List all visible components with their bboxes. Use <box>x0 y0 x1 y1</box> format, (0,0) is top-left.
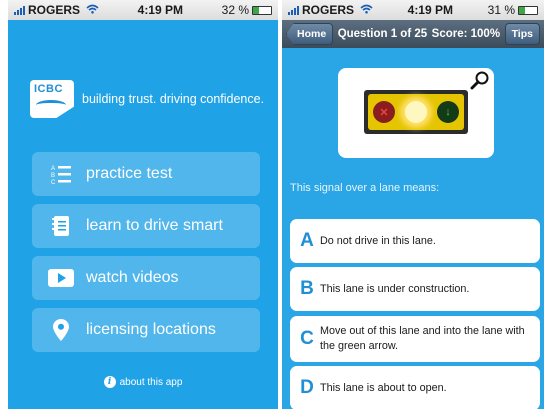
licensing-locations-button[interactable]: licensing locations <box>32 308 260 352</box>
question-counter: Question 1 of 25 <box>337 28 428 40</box>
watch-videos-button[interactable]: watch videos <box>32 256 260 300</box>
signal-strength-icon <box>14 5 25 15</box>
zoom-icon[interactable] <box>470 70 490 90</box>
answer-letter: B <box>300 278 314 299</box>
battery-percent: 32 % <box>221 3 249 17</box>
battery-indicator: 32 % <box>222 3 272 17</box>
answer-letter: A <box>300 230 314 251</box>
answer-text: This lane is about to open. <box>320 381 447 394</box>
question-image[interactable]: ✕ ↓ <box>338 68 494 158</box>
status-bar: ROGERS 4:19 PM 32 % <box>8 0 278 20</box>
lane-signal-image: ✕ ↓ <box>364 90 468 134</box>
carrier-label: ROGERS <box>302 3 355 17</box>
wifi-icon <box>360 4 373 17</box>
tagline: building trust. driving confidence. <box>82 92 265 106</box>
answer-text: Move out of this lane and into the lane … <box>320 325 525 352</box>
brand-header: ICBC building trust. driving confidence. <box>30 80 264 118</box>
menu-label: licensing locations <box>86 321 216 338</box>
icbc-logo: ICBC <box>30 80 74 118</box>
location-pin-icon <box>44 319 78 341</box>
svg-text:C: C <box>51 180 56 185</box>
about-label: about this app <box>119 376 183 388</box>
status-time: 4:19 PM <box>137 3 183 17</box>
answer-text: This lane is under construction. <box>320 282 470 295</box>
battery-icon <box>518 5 538 15</box>
answer-option-c[interactable]: C Move out of this lane and into the lan… <box>290 316 540 362</box>
battery-percent: 31 % <box>487 3 515 17</box>
svg-text:B: B <box>51 173 55 179</box>
info-icon: i <box>103 376 116 388</box>
play-icon <box>44 269 78 287</box>
score-label: Score: 100% <box>431 28 501 40</box>
home-button[interactable]: Home <box>286 23 334 45</box>
wifi-icon <box>86 4 99 17</box>
answer-option-d[interactable]: D This lane is about to open. <box>290 366 540 409</box>
flashing-lamp-icon <box>405 101 427 123</box>
red-x-lamp-icon: ✕ <box>373 101 395 123</box>
quiz-navbar: Home Question 1 of 25 Score: 100% Tips <box>282 20 544 48</box>
menu-label: practice test <box>86 165 173 182</box>
menu-label: watch videos <box>86 269 179 286</box>
menu-label: learn to drive smart <box>86 217 223 234</box>
book-icon <box>44 215 78 237</box>
answer-option-a[interactable]: A Do not drive in this lane. <box>290 219 540 263</box>
answer-text: Do not drive in this lane. <box>320 234 436 247</box>
question-text: This signal over a lane means: <box>290 182 440 194</box>
about-this-app-link[interactable]: i about this app <box>8 376 278 388</box>
svg-text:A: A <box>51 166 55 172</box>
signal-strength-icon <box>288 5 299 15</box>
battery-indicator: 31 % <box>488 3 538 17</box>
answer-letter: C <box>300 328 314 349</box>
carrier-label: ROGERS <box>28 3 81 17</box>
home-screen: ROGERS 4:19 PM 32 % ICBC building trust.… <box>8 0 278 409</box>
answer-option-b[interactable]: B This lane is under construction. <box>290 267 540 311</box>
tips-button[interactable]: Tips <box>504 23 540 45</box>
learn-to-drive-smart-button[interactable]: learn to drive smart <box>32 204 260 248</box>
status-time: 4:19 PM <box>407 3 453 17</box>
green-arrow-lamp-icon: ↓ <box>437 101 459 123</box>
question-screen: ROGERS 4:19 PM 31 % Home Question 1 of 2… <box>282 0 544 409</box>
status-bar: ROGERS 4:19 PM 31 % <box>282 0 544 20</box>
logo-text: ICBC <box>34 83 63 95</box>
battery-icon <box>252 5 272 15</box>
practice-test-button[interactable]: ABC practice test <box>32 152 260 196</box>
list-abc-icon: ABC <box>44 163 78 185</box>
answer-letter: D <box>300 377 314 398</box>
